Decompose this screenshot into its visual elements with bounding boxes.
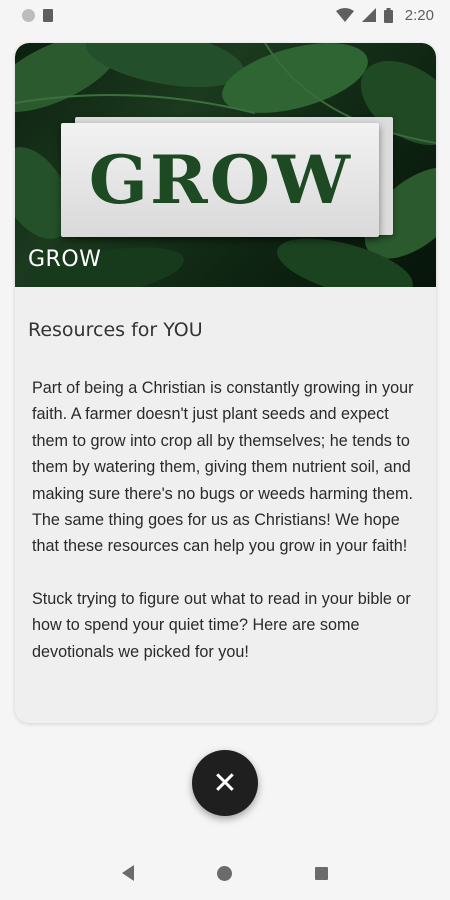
grow-logo-text: GROW [88, 141, 352, 219]
system-nav-bar [0, 846, 450, 900]
battery-icon [383, 7, 393, 23]
status-bar-left [22, 8, 53, 22]
grow-plate: GROW [61, 123, 379, 237]
recents-icon[interactable] [315, 866, 329, 880]
section-title: Resources for YOU [28, 319, 203, 341]
hero-image: GROW GROW [15, 43, 436, 287]
signal-icon [361, 8, 376, 22]
back-icon[interactable] [121, 865, 134, 881]
close-icon: ✕ [212, 765, 238, 801]
status-bar: 2:20 [0, 0, 450, 30]
resource-card: GROW GROW Resources for YOU Part of bein… [15, 43, 436, 723]
scroll-fade [15, 695, 436, 723]
status-time: 2:20 [404, 6, 434, 24]
notification-dot-icon [22, 8, 35, 22]
home-icon[interactable] [216, 865, 232, 881]
sim-card-icon [43, 8, 53, 22]
body-paragraph: Part of being a Christian is constantly … [32, 379, 414, 556]
close-button[interactable]: ✕ [192, 750, 258, 816]
status-bar-right: 2:20 [335, 6, 434, 24]
wifi-icon [335, 8, 354, 22]
hero-caption: GROW [28, 247, 102, 272]
body-paragraph: Stuck trying to figure out what to read … [32, 589, 411, 661]
body-text: Part of being a Christian is constantly … [32, 375, 427, 691]
